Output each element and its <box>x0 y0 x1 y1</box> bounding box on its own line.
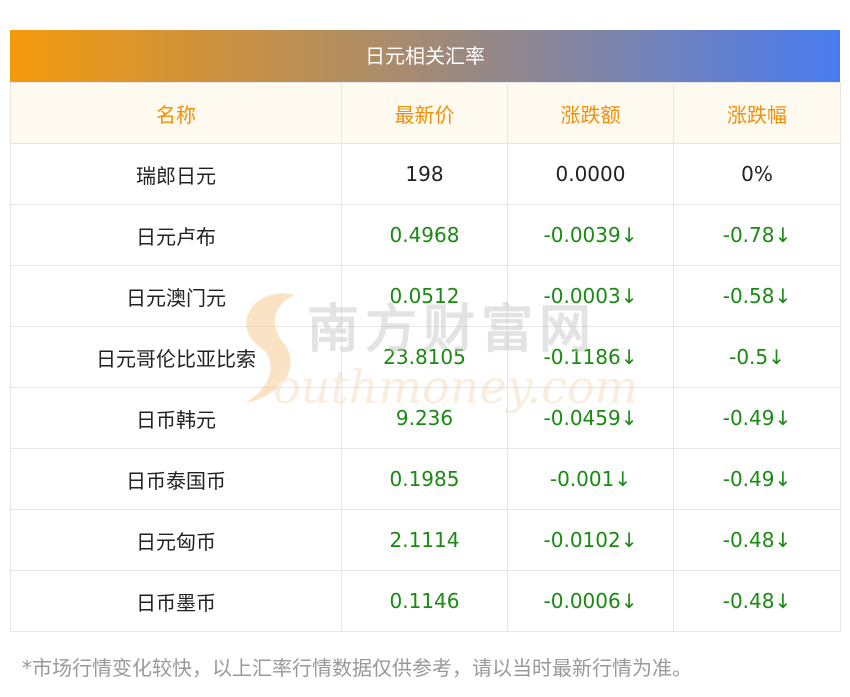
header-name: 名称 <box>10 82 342 144</box>
rate-name: 日币泰国币 <box>10 448 342 510</box>
rate-percent: -0.58↓ <box>673 265 841 327</box>
header-price: 最新价 <box>341 82 508 144</box>
header-percent: 涨跌幅 <box>673 82 841 144</box>
rate-price: 198 <box>341 143 508 205</box>
rate-panel: 日元相关汇率 名称 最新价 涨跌额 涨跌幅 瑞郎日元 198 0.0000 0% 日元卢… <box>10 30 841 632</box>
panel-title: 日元相关汇率 <box>10 30 840 82</box>
rate-price: 0.4968 <box>341 204 508 266</box>
table-row: 瑞郎日元 198 0.0000 0% <box>10 143 841 205</box>
table-row: 日币泰国币 0.1985 -0.001↓ -0.49↓ <box>10 448 841 510</box>
rate-change: 0.0000 <box>507 143 674 205</box>
rate-price: 9.236 <box>341 387 508 449</box>
disclaimer-note: *市场行情变化较快，以上汇率行情数据仅供参考，请以当时最新行情为准。 <box>22 656 692 680</box>
rate-change: -0.0039↓ <box>507 204 674 266</box>
rate-percent: -0.5↓ <box>673 326 841 388</box>
rate-percent: -0.78↓ <box>673 204 841 266</box>
rate-change: -0.1186↓ <box>507 326 674 388</box>
rate-percent: -0.49↓ <box>673 387 841 449</box>
rate-price: 0.0512 <box>341 265 508 327</box>
rate-name: 日元卢布 <box>10 204 342 266</box>
rate-percent: 0% <box>673 143 841 205</box>
rate-name: 日币墨币 <box>10 570 342 632</box>
rate-price: 2.1114 <box>341 509 508 571</box>
rate-name: 日元匈币 <box>10 509 342 571</box>
table-row: 日币墨币 0.1146 -0.0006↓ -0.48↓ <box>10 570 841 632</box>
rate-change: -0.001↓ <box>507 448 674 510</box>
table-row: 日元匈币 2.1114 -0.0102↓ -0.48↓ <box>10 509 841 571</box>
rate-change: -0.0459↓ <box>507 387 674 449</box>
rate-name: 日元澳门元 <box>10 265 342 327</box>
rate-name: 瑞郎日元 <box>10 143 342 205</box>
rate-table: 名称 最新价 涨跌额 涨跌幅 瑞郎日元 198 0.0000 0% 日元卢布 0.4968… <box>10 82 841 632</box>
rate-change: -0.0003↓ <box>507 265 674 327</box>
rate-percent: -0.48↓ <box>673 509 841 571</box>
rate-change: -0.0102↓ <box>507 509 674 571</box>
rate-change: -0.0006↓ <box>507 570 674 632</box>
rate-name: 日币韩元 <box>10 387 342 449</box>
rate-name: 日元哥伦比亚比索 <box>10 326 342 388</box>
table-row: 日元哥伦比亚比索 23.8105 -0.1186↓ -0.5↓ <box>10 326 841 388</box>
rate-price: 0.1146 <box>341 570 508 632</box>
rate-percent: -0.48↓ <box>673 570 841 632</box>
table-row: 日元卢布 0.4968 -0.0039↓ -0.78↓ <box>10 204 841 266</box>
rate-price: 0.1985 <box>341 448 508 510</box>
rate-price: 23.8105 <box>341 326 508 388</box>
header-change: 涨跌额 <box>507 82 674 144</box>
table-header-row: 名称 最新价 涨跌额 涨跌幅 <box>10 82 841 144</box>
rate-percent: -0.49↓ <box>673 448 841 510</box>
table-row: 日币韩元 9.236 -0.0459↓ -0.49↓ <box>10 387 841 449</box>
table-row: 日元澳门元 0.0512 -0.0003↓ -0.58↓ <box>10 265 841 327</box>
